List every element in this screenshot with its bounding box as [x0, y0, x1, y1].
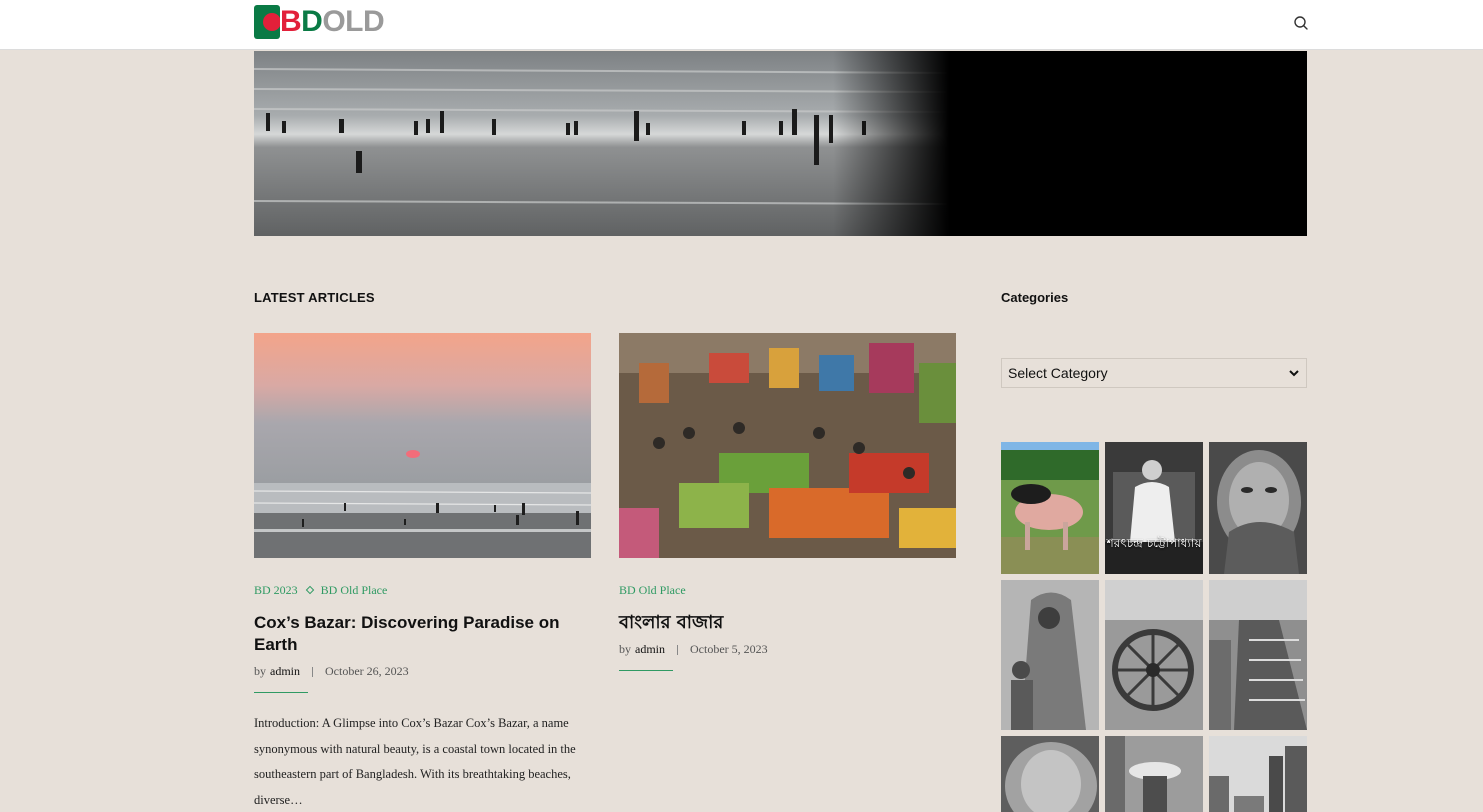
- article-meta: by admin October 5, 2023: [619, 642, 956, 657]
- by-label: by: [619, 642, 631, 656]
- article-title[interactable]: Cox’s Bazar: Discovering Paradise on Ear…: [254, 612, 591, 656]
- article-thumbnail[interactable]: [619, 333, 956, 558]
- chevron-down-icon: [1289, 370, 1299, 377]
- article-meta: by admin October 26, 2023: [254, 664, 591, 679]
- article-card: BD 2023 BD Old Place Cox’s Bazar: Discov…: [254, 333, 591, 812]
- search-icon[interactable]: [1292, 14, 1310, 32]
- category-select[interactable]: Select Category: [1001, 358, 1307, 388]
- gallery-thumbnail[interactable]: [1001, 442, 1099, 574]
- gallery-thumbnail[interactable]: [1105, 580, 1203, 730]
- gallery-thumbnail[interactable]: [1209, 736, 1307, 812]
- logo-flag-icon: [254, 5, 280, 39]
- category-link[interactable]: BD Old Place: [321, 583, 388, 598]
- gallery-caption: শরৎচন্দ্র চট্টোপাধ্যায়: [1106, 536, 1202, 550]
- article-thumbnail[interactable]: [254, 333, 591, 558]
- article-date: October 26, 2023: [325, 664, 409, 678]
- site-header: BDOLD: [0, 0, 1483, 50]
- latest-articles-heading: LATEST ARTICLES: [254, 290, 375, 305]
- gallery-thumbnail[interactable]: [1001, 736, 1099, 812]
- site-logo[interactable]: BDOLD: [254, 5, 385, 39]
- logo-text: BDOLD: [280, 5, 385, 38]
- article-card: BD Old Place বাংলার বাজার by admin Octob…: [619, 333, 956, 671]
- article-title[interactable]: বাংলার বাজার: [619, 612, 956, 634]
- categories-heading: Categories: [1001, 290, 1069, 305]
- hero-image: [254, 51, 1307, 236]
- article-date: October 5, 2023: [690, 642, 768, 656]
- category-link[interactable]: BD 2023: [254, 583, 298, 598]
- gallery-thumbnail[interactable]: শরৎচন্দ্র চট্টোপাধ্যায়: [1105, 442, 1203, 574]
- meta-divider: [312, 666, 313, 677]
- gallery-thumbnail[interactable]: [1209, 580, 1307, 730]
- title-underline: [619, 670, 673, 671]
- category-link[interactable]: BD Old Place: [619, 583, 686, 598]
- by-label: by: [254, 664, 266, 678]
- title-underline: [254, 692, 308, 693]
- article-categories: BD Old Place: [619, 583, 956, 597]
- meta-divider: [677, 644, 678, 655]
- gallery-thumbnail[interactable]: [1001, 580, 1099, 730]
- article-excerpt: Introduction: A Glimpse into Cox’s Bazar…: [254, 716, 576, 807]
- gallery-thumbnail[interactable]: [1105, 736, 1203, 812]
- gallery-thumbnail[interactable]: [1209, 442, 1307, 574]
- separator-diamond-icon: [305, 585, 314, 595]
- category-select-value: Select Category: [1008, 365, 1108, 381]
- author-link[interactable]: admin: [270, 664, 300, 679]
- article-categories: BD 2023 BD Old Place: [254, 583, 591, 597]
- author-link[interactable]: admin: [635, 642, 665, 657]
